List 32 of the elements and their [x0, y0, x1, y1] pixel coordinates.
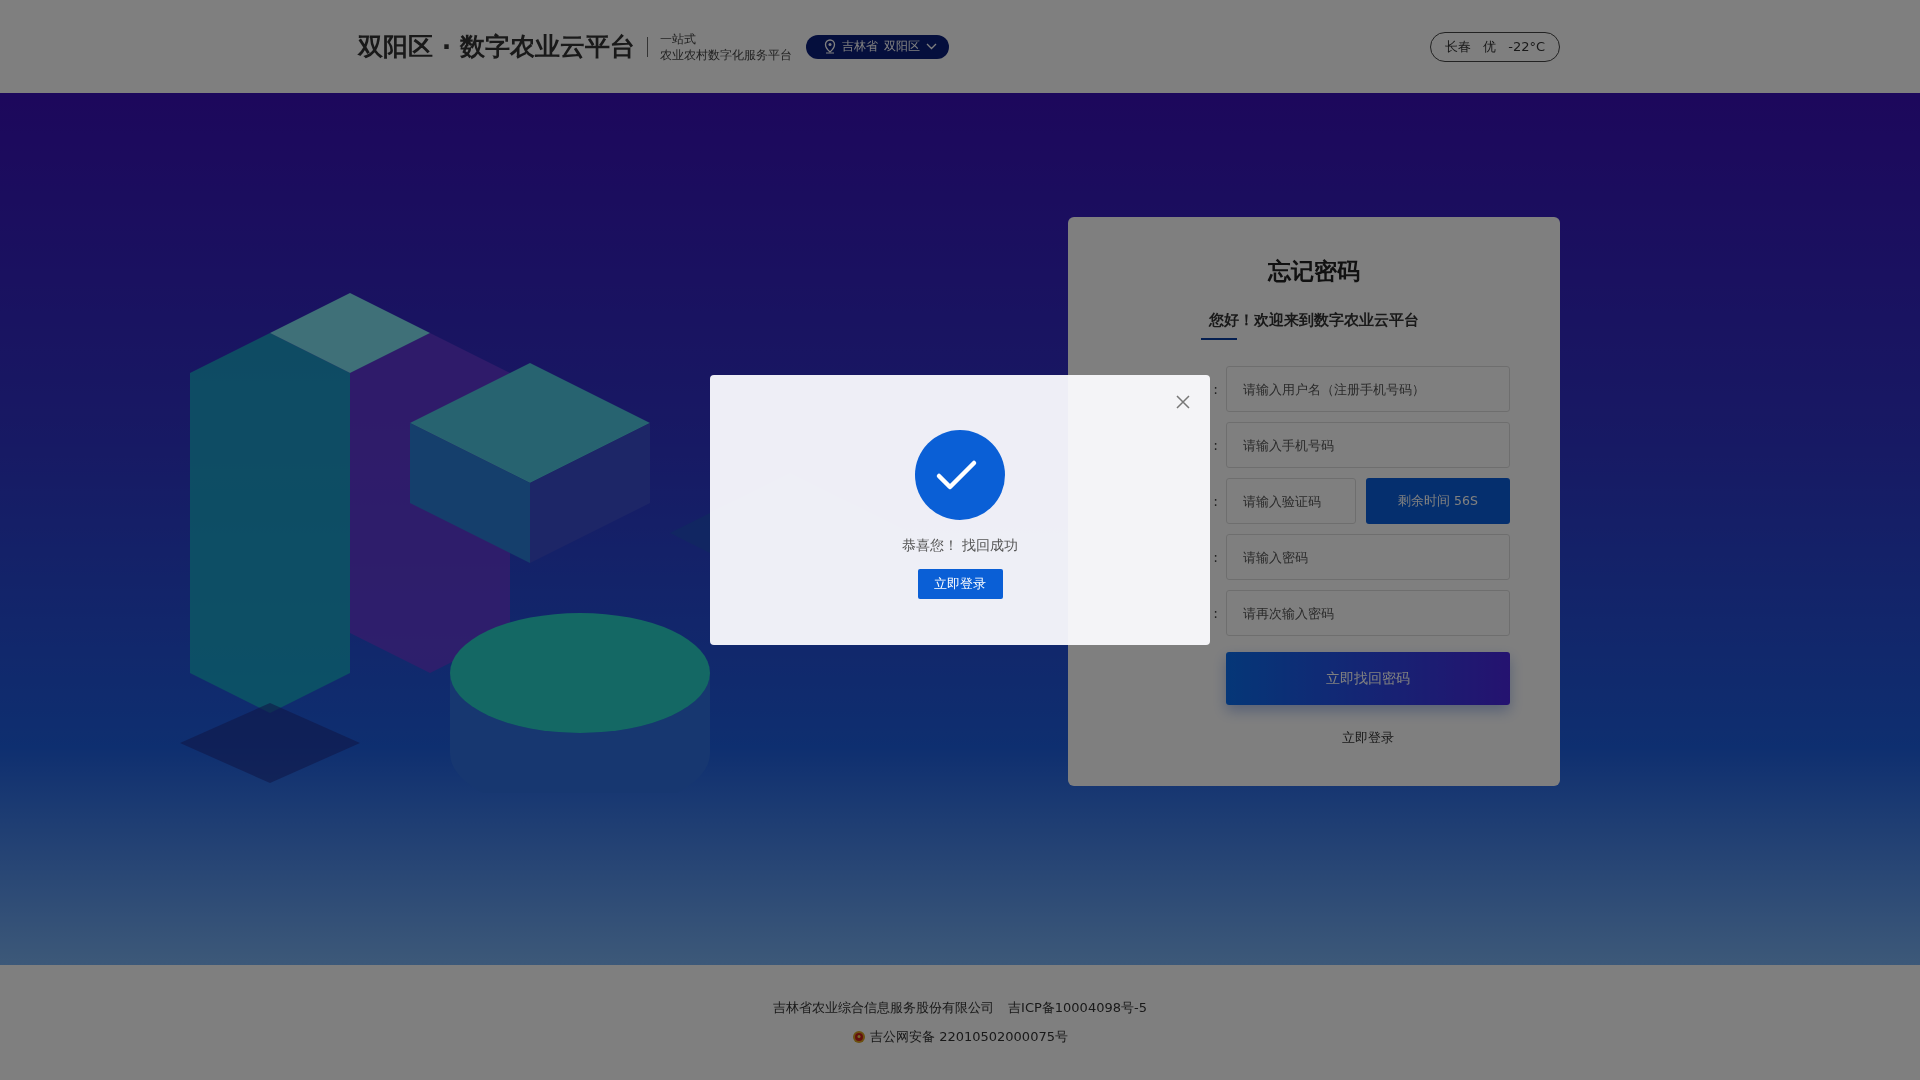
weather-city: 长春: [1445, 37, 1472, 56]
text-input-field[interactable]: 请输入用户名（注册手机号码）: [1226, 366, 1510, 412]
icp-link[interactable]: 吉ICP备10004098号-5: [1008, 999, 1147, 1017]
tagline-text: 一站式: [659, 30, 697, 47]
password-input-field[interactable]: 请输入密码: [1226, 534, 1510, 580]
recover-password-button[interactable]: 立即找回密码: [1226, 652, 1510, 705]
text-input-field[interactable]: 请输入手机号码: [1226, 422, 1510, 468]
chevron-down-icon: [925, 43, 937, 50]
field-label: :: [1212, 381, 1218, 397]
login-link[interactable]: 立即登录: [1226, 729, 1510, 747]
login-now-button[interactable]: 立即登录: [917, 569, 1003, 599]
password-input-field[interactable]: 请再次输入密码: [1226, 590, 1510, 636]
air-quality: 优: [1483, 37, 1497, 56]
field-label: :: [1212, 437, 1218, 453]
map-pin-icon: [823, 39, 836, 54]
police-emblem-icon: [852, 1030, 867, 1044]
close-icon[interactable]: [1175, 394, 1191, 410]
tagline-text: 农业农村数字化服务平台: [659, 46, 792, 63]
code-input-field[interactable]: 请输入验证码: [1226, 478, 1356, 524]
form-title: 忘记密码: [1268, 257, 1360, 286]
success-message: 恭喜您！ 找回成功: [901, 537, 1019, 555]
form-subtitle: 您好！欢迎来到数字农业云平台: [1209, 311, 1419, 330]
field-label: :: [1212, 605, 1218, 621]
temperature: -22°C: [1508, 39, 1545, 54]
success-check-icon: [914, 429, 1006, 521]
field-label: :: [1212, 493, 1218, 509]
company-name: 吉林省农业综合信息服务股份有限公司: [773, 999, 995, 1017]
site-title: 双阳区 · 数字农业云平台: [358, 31, 635, 63]
police-record-link[interactable]: 吉公网安备 22010502000075号: [870, 1028, 1068, 1046]
location-selector[interactable]: 吉林省 双阳区: [805, 34, 949, 59]
field-label: :: [1212, 549, 1218, 565]
countdown-button[interactable]: 剩余时间 56S: [1366, 478, 1510, 524]
